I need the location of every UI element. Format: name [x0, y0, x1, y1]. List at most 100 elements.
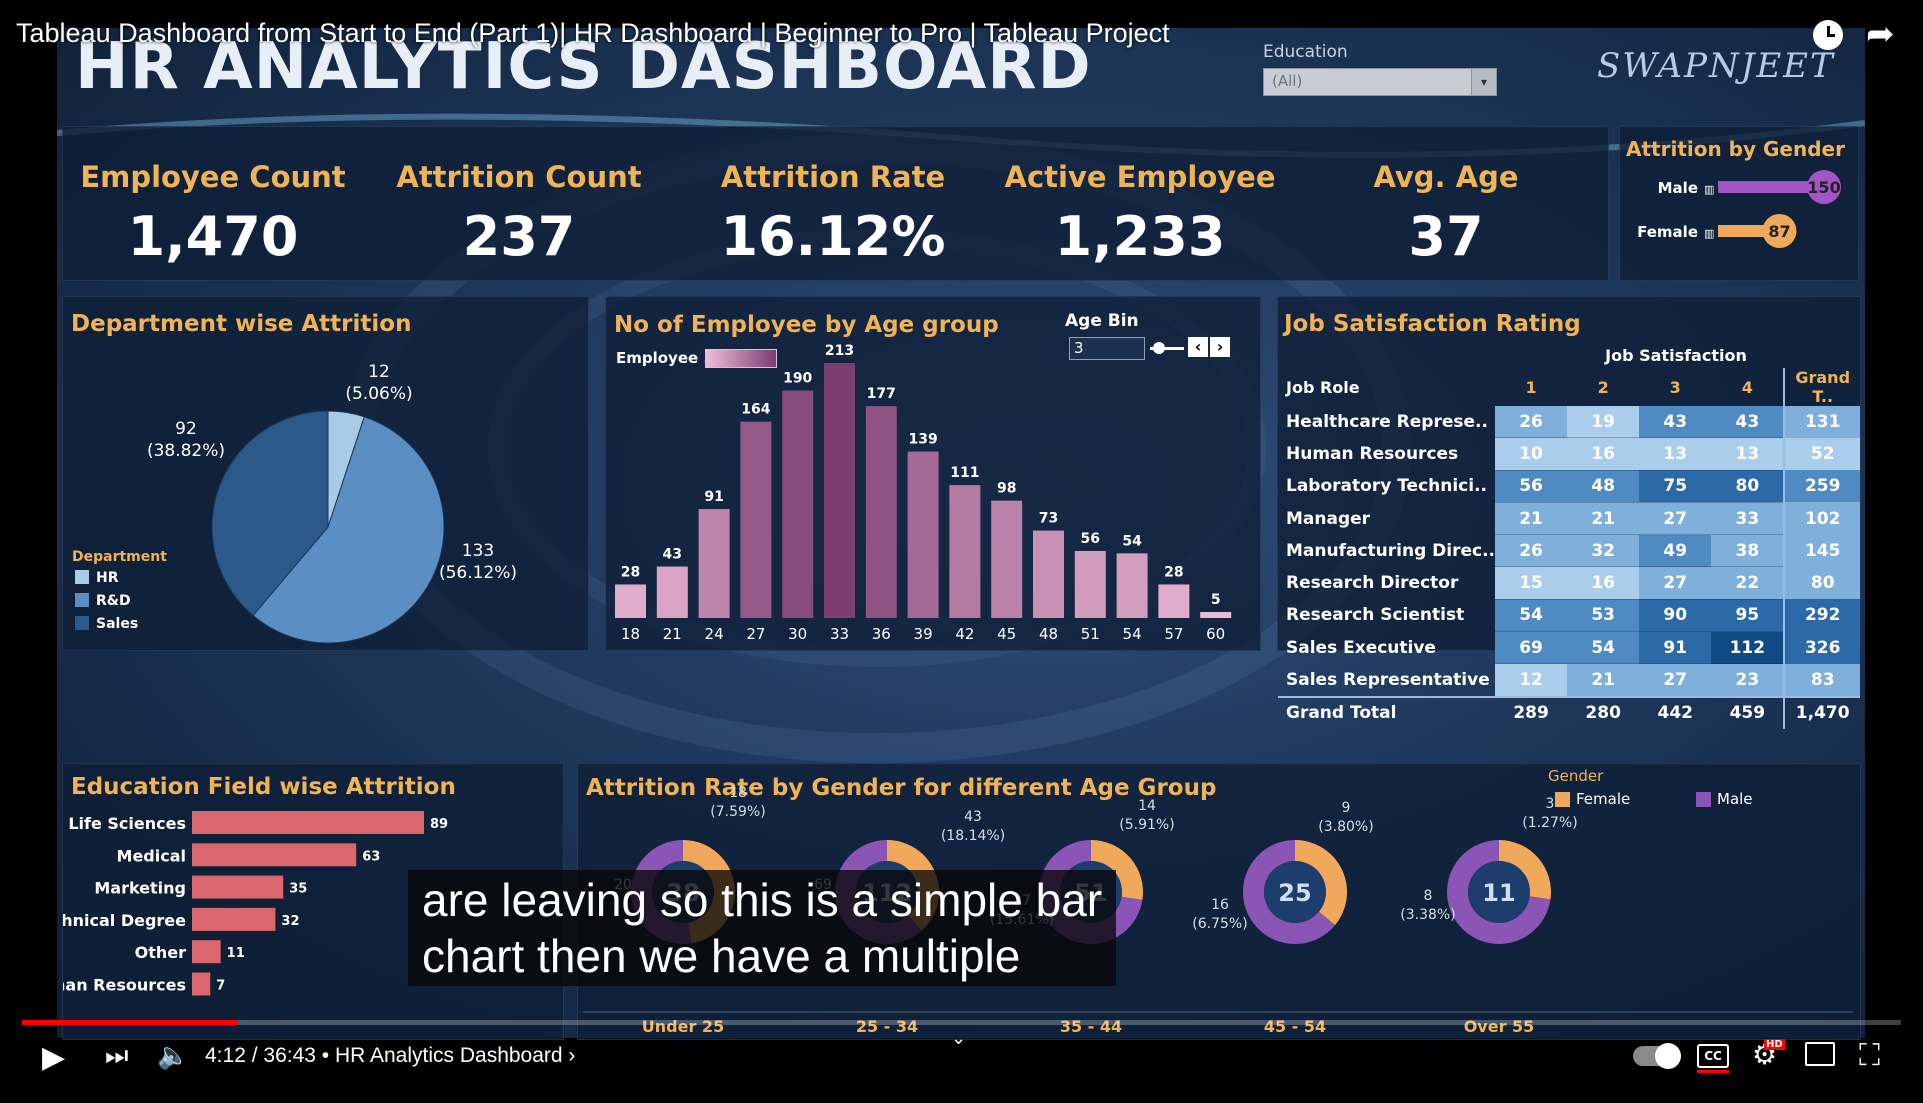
satisfaction-cell: 27 [1639, 663, 1712, 698]
brand-logo: SWAPNJEET [1597, 46, 1835, 86]
x-tick-label: 60 [1206, 625, 1225, 643]
pie-data-label: 133 [462, 541, 494, 561]
table-row: Healthcare Represe.. 26 19 43 43 131 [1278, 406, 1860, 439]
fullscreen-exit-icon[interactable]: ⛶ [1859, 1038, 1880, 1073]
donut-data-label: (3.38%) [1400, 907, 1455, 923]
row-total-cell: 326 [1783, 631, 1860, 664]
chevron-down-icon[interactable]: ▾ [1471, 69, 1496, 95]
autoplay-toggle[interactable] [1633, 1043, 1681, 1069]
share-icon[interactable]: ➦ [1866, 14, 1895, 54]
pie-data-label: (5.06%) [345, 384, 412, 404]
x-tick-label: 54 [1123, 625, 1142, 643]
donut-data-label: (3.80%) [1318, 819, 1373, 835]
bar-value-label: 43 [663, 547, 682, 563]
grand-total-cell: 289 [1495, 695, 1568, 729]
bar-value-label: 164 [741, 402, 770, 418]
bar-value-label: 56 [1081, 531, 1100, 547]
pie-data-label: (38.82%) [147, 441, 225, 461]
satisfaction-cell: 48 [1567, 470, 1640, 503]
satisfaction-cell: 56 [1495, 470, 1568, 503]
donut-center-value: 11 [1482, 879, 1515, 907]
kpi-value: 37 [1408, 205, 1484, 268]
video-player[interactable]: HR ANALYTICS DASHBOARD Education (All) ▾… [0, 0, 1923, 1080]
play-icon[interactable]: ▶ [42, 1040, 65, 1075]
edu-bar [192, 875, 284, 899]
satisfaction-cell: 49 [1639, 534, 1712, 568]
kpi-label: Attrition Rate [720, 160, 946, 194]
video-title[interactable]: Tableau Dashboard from Start to End (Par… [16, 18, 1170, 49]
pie-data-label: (56.12%) [439, 563, 517, 583]
player-controls: ▶ ⏭ 🔈 4:12 / 36:43 • HR Analytics Dashbo… [0, 1020, 1923, 1080]
satisfaction-cell: 23 [1711, 663, 1785, 698]
next-icon[interactable]: ⏭ [105, 1041, 128, 1072]
satisfaction-cell: 21 [1567, 502, 1640, 536]
cast-icon[interactable] [1805, 1042, 1835, 1066]
hd-badge: HD [1764, 1039, 1785, 1050]
row-total-cell: 102 [1783, 502, 1860, 535]
row-total-cell: 259 [1783, 470, 1860, 503]
progress-bar[interactable] [22, 1020, 1901, 1025]
age-bar [907, 451, 939, 618]
header-col-2: 2 [1597, 377, 1609, 397]
kpi-label: Attrition Count [396, 160, 642, 194]
age-bar [740, 421, 772, 618]
kpi-label: Employee Count [80, 160, 346, 194]
header-col-3: 3 [1669, 377, 1681, 397]
table-row: Laboratory Technici.. 56 48 75 80 259 [1278, 470, 1860, 503]
satisfaction-cell: 16 [1567, 566, 1640, 600]
kpi-value: 1,233 [1054, 205, 1226, 268]
donut-data-label: 43 [964, 809, 982, 825]
chapter-title[interactable]: HR Analytics Dashboard [335, 1044, 563, 1067]
satisfaction-cell: 26 [1495, 534, 1568, 568]
satisfaction-cell: 12 [1495, 663, 1568, 698]
volume-icon[interactable]: 🔈 [157, 1041, 189, 1071]
captions-icon[interactable]: CC [1697, 1044, 1729, 1068]
bar-value-label: 32 [281, 914, 299, 929]
row-total-cell: 52 [1783, 437, 1860, 471]
bar-value-label: 213 [825, 343, 854, 359]
donut-data-label: 18 [729, 785, 747, 801]
pie-data-label: 92 [175, 419, 197, 439]
table-row: Manufacturing Direc.. 26 32 49 38 145 [1278, 534, 1860, 568]
grand-total-cell: 1,470 [1783, 695, 1860, 729]
table-row: Manager 21 21 27 33 102 [1278, 502, 1860, 536]
kpi-panel: Employee Count 1,470 Attrition Count 237… [62, 126, 1609, 281]
education-filter-select[interactable]: (All) ▾ [1263, 68, 1497, 96]
x-tick-label: 21 [663, 625, 682, 643]
row-total-cell: 83 [1783, 663, 1860, 697]
x-tick-label: 57 [1164, 625, 1183, 643]
bar-value-label: 177 [867, 386, 896, 402]
satisfaction-cell: 33 [1711, 502, 1785, 536]
panel-title: Job Satisfaction Rating [1284, 311, 1581, 337]
age-bar [1033, 530, 1064, 618]
age-group-panel: No of Employee by Age group Employee .. … [605, 296, 1261, 651]
chevron-down-icon[interactable]: ⌄ [951, 1028, 966, 1049]
age-bar [1116, 553, 1148, 618]
bar-value-label: 89 [430, 817, 448, 832]
x-tick-label: 18 [621, 625, 640, 643]
satisfaction-cell: 90 [1639, 599, 1712, 633]
bar-value-label: 139 [908, 432, 937, 448]
bar-value-label: 11 [227, 946, 245, 961]
kpi-value: 1,470 [127, 205, 299, 268]
watch-later-icon[interactable] [1813, 20, 1843, 50]
category-label: Technical Degree [63, 911, 186, 930]
age-bar [1200, 612, 1232, 618]
time-current: 4:12 [205, 1044, 246, 1067]
age-bar [615, 584, 646, 618]
table-row: Sales Representative 12 21 27 23 83 [1278, 663, 1860, 698]
job-role-cell: Sales Executive [1286, 637, 1436, 658]
x-tick-label: 36 [872, 625, 891, 643]
row-total-cell: 292 [1783, 599, 1860, 632]
header-col-1: 1 [1525, 377, 1537, 397]
kpi-value: 237 [462, 205, 576, 268]
x-tick-label: 45 [997, 625, 1016, 643]
gender-bar-chart: Male ▥ 150 Female ▥ 87 [1637, 170, 1841, 248]
satisfaction-cell: 95 [1711, 599, 1785, 633]
satisfaction-cell: 16 [1567, 437, 1640, 471]
donut-data-label: 8 [1424, 888, 1433, 904]
grand-total-row: Grand Total 289 280 442 459 1,470 [1278, 695, 1860, 729]
donut-center-value: 25 [1278, 879, 1311, 907]
table-row: Human Resources 10 16 13 13 52 [1278, 437, 1860, 471]
job-role-cell: Healthcare Represe.. [1286, 411, 1488, 432]
